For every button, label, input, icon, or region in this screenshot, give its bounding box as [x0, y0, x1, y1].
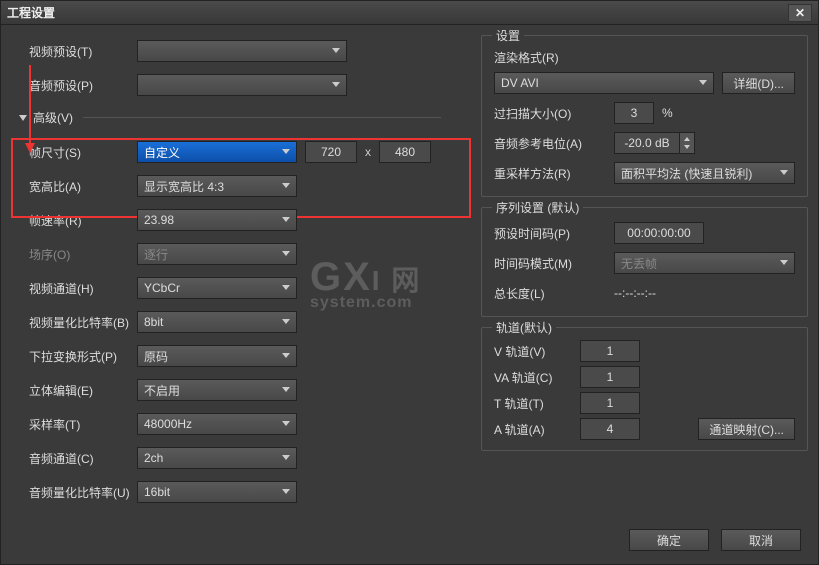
stereo-edit-label: 立体编辑(E) [11, 382, 137, 399]
total-length-value: --:--:--:-- [614, 286, 656, 300]
v-track-label: V 轨道(V) [494, 343, 580, 360]
t-track-input[interactable]: 1 [580, 392, 640, 414]
ok-button[interactable]: 确定 [629, 529, 709, 551]
chevron-down-icon [332, 48, 340, 53]
close-button[interactable]: ✕ [788, 4, 812, 22]
video-channel-label: 视频通道(H) [11, 280, 137, 297]
a-track-input[interactable]: 4 [580, 418, 640, 440]
audio-channel-dropdown[interactable]: 2ch [137, 447, 297, 469]
advanced-label: 高级(V) [33, 109, 73, 126]
preset-timecode-label: 预设时间码(P) [494, 225, 614, 242]
chevron-down-icon [282, 387, 290, 392]
settings-group-title: 设置 [492, 27, 524, 44]
tracks-group: 轨道(默认) V 轨道(V) 1 VA 轨道(C) 1 T 轨道(T) 1 A … [481, 327, 808, 451]
timecode-mode-label: 时间码模式(M) [494, 255, 614, 272]
video-preset-dropdown[interactable] [137, 40, 347, 62]
video-bitdepth-label: 视频量化比特率(B) [11, 314, 137, 331]
channel-map-button[interactable]: 通道映射(C)... [698, 418, 795, 440]
overscan-label: 过扫描大小(O) [494, 105, 614, 122]
render-format-label: 渲染格式(R) [494, 49, 614, 66]
sequence-group-title: 序列设置 (默认) [492, 199, 583, 216]
window-title: 工程设置 [7, 4, 788, 21]
audio-preset-dropdown[interactable] [137, 74, 347, 96]
va-track-label: VA 轨道(C) [494, 369, 580, 386]
v-track-input[interactable]: 1 [580, 340, 640, 362]
chevron-down-icon [282, 285, 290, 290]
audio-ref-input[interactable]: -20.0 dB [614, 132, 680, 154]
chevron-down-icon [332, 82, 340, 87]
overscan-input[interactable]: 3 [614, 102, 654, 124]
spinner-control[interactable] [679, 132, 695, 154]
frame-height-input[interactable]: 480 [379, 141, 431, 163]
total-length-label: 总长度(L) [494, 285, 614, 302]
t-track-label: T 轨道(T) [494, 395, 580, 412]
chevron-down-icon [282, 217, 290, 222]
audio-channel-label: 音频通道(C) [11, 450, 137, 467]
frame-width-input[interactable]: 720 [305, 141, 357, 163]
video-channel-dropdown[interactable]: YCbCr [137, 277, 297, 299]
sample-rate-label: 采样率(T) [11, 416, 137, 433]
pulldown-label: 下拉变换形式(P) [11, 348, 137, 365]
timecode-mode-dropdown: 无丢帧 [614, 252, 795, 274]
overscan-unit: % [662, 106, 673, 120]
field-order-label: 场序(O) [11, 246, 137, 263]
sequence-group: 序列设置 (默认) 预设时间码(P) 00:00:00:00 时间码模式(M) … [481, 207, 808, 317]
chevron-down-icon [282, 183, 290, 188]
chevron-down-icon [282, 149, 290, 154]
render-format-dropdown[interactable]: DV AVI [494, 72, 714, 94]
va-track-input[interactable]: 1 [580, 366, 640, 388]
field-order-dropdown: 逐行 [137, 243, 297, 265]
audio-bitdepth-dropdown[interactable]: 16bit [137, 481, 297, 503]
aspect-label: 宽高比(A) [11, 178, 137, 195]
titlebar: 工程设置 ✕ [1, 1, 818, 25]
audio-bitdepth-label: 音频量化比特率(U) [11, 484, 137, 501]
advanced-section-toggle[interactable]: 高级(V) [11, 109, 471, 126]
chevron-down-icon [699, 80, 707, 85]
tracks-group-title: 轨道(默认) [492, 319, 556, 336]
stereo-edit-dropdown[interactable]: 不启用 [137, 379, 297, 401]
frame-size-mode-dropdown[interactable]: 自定义 [137, 141, 297, 163]
chevron-down-icon [282, 251, 290, 256]
video-preset-label: 视频预设(T) [11, 43, 137, 60]
a-track-label: A 轨道(A) [494, 421, 580, 438]
chevron-down-icon [780, 170, 788, 175]
fps-dropdown[interactable]: 23.98 [137, 209, 297, 231]
chevron-down-icon [780, 260, 788, 265]
pulldown-dropdown[interactable]: 原码 [137, 345, 297, 367]
sample-rate-dropdown[interactable]: 48000Hz [137, 413, 297, 435]
preset-timecode-input[interactable]: 00:00:00:00 [614, 222, 704, 244]
chevron-down-icon [282, 489, 290, 494]
frame-size-label: 帧尺寸(S) [11, 144, 137, 161]
x-separator: x [365, 145, 371, 159]
fps-label: 帧速率(R) [11, 212, 137, 229]
audio-ref-label: 音频参考电位(A) [494, 135, 614, 152]
settings-group: 设置 渲染格式(R) DV AVI 详细(D)... 过扫描大小(O) 3 % … [481, 35, 808, 197]
chevron-down-icon [282, 353, 290, 358]
audio-preset-label: 音频预设(P) [11, 77, 137, 94]
resample-dropdown[interactable]: 面积平均法 (快速且锐利) [614, 162, 795, 184]
resample-label: 重采样方法(R) [494, 165, 614, 182]
chevron-down-icon [282, 455, 290, 460]
aspect-dropdown[interactable]: 显示宽高比 4:3 [137, 175, 297, 197]
chevron-down-icon [282, 421, 290, 426]
triangle-down-icon [19, 115, 27, 121]
video-bitdepth-dropdown[interactable]: 8bit [137, 311, 297, 333]
chevron-down-icon [282, 319, 290, 324]
detail-button[interactable]: 详细(D)... [722, 72, 795, 94]
cancel-button[interactable]: 取消 [721, 529, 801, 551]
divider [83, 117, 441, 118]
